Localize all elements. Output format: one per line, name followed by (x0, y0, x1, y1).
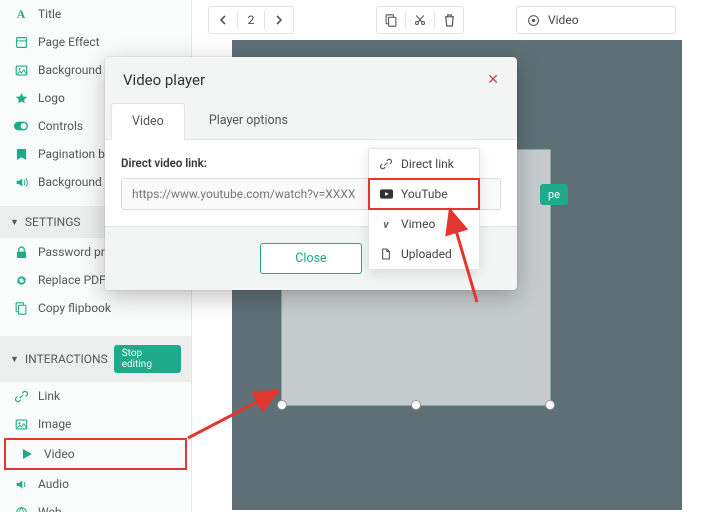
file-icon (379, 248, 393, 260)
cut-button[interactable] (406, 7, 434, 33)
close-icon[interactable]: ✕ (487, 72, 499, 88)
element-type-badge: pe (540, 184, 568, 205)
resize-handle-s[interactable] (412, 401, 420, 409)
tab-video[interactable]: Video (111, 103, 185, 140)
copy-button[interactable] (377, 7, 405, 33)
bookmark-icon (14, 147, 28, 161)
toggle-icon (14, 119, 28, 133)
refresh-icon (14, 273, 28, 287)
page-nav-group: 2 (208, 6, 294, 34)
delete-button[interactable] (435, 7, 463, 33)
section-title: SETTINGS (25, 215, 81, 229)
sidebar-item-label: Audio (38, 477, 69, 491)
play-icon (20, 447, 34, 461)
topbar: 2 Video (200, 4, 720, 36)
sidebar-item-label: Pagination bar (38, 147, 115, 161)
sound-icon (14, 175, 28, 189)
page-icon (14, 35, 28, 49)
caret-down-icon: ▼ (10, 217, 19, 228)
sidebar-item-web[interactable]: Web (0, 498, 191, 512)
sidebar-item-image[interactable]: Image (0, 410, 191, 438)
element-type-label: Video (548, 13, 579, 27)
video-source-menu: Direct link YouTube v Vimeo Uploaded (368, 148, 480, 270)
star-icon (14, 91, 28, 105)
page-number[interactable]: 2 (238, 13, 264, 27)
element-type-select[interactable]: Video (516, 6, 676, 34)
sidebar-item-label: Web (38, 505, 62, 512)
sound-icon (14, 477, 28, 491)
link-icon (14, 389, 28, 403)
modal-tabs: Video Player options (105, 103, 517, 140)
vimeo-icon: v (379, 218, 393, 231)
sidebar-item-label: Title (38, 7, 61, 21)
copy-icon (14, 301, 28, 315)
sidebar-item-video[interactable]: Video (6, 440, 185, 468)
tab-player-options[interactable]: Player options (189, 103, 308, 139)
menu-item-label: YouTube (401, 187, 448, 201)
section-title: INTERACTIONS (25, 352, 108, 366)
menu-item-label: Uploaded (401, 247, 452, 261)
modal-title: Video player (123, 71, 205, 89)
menu-item-vimeo[interactable]: v Vimeo (369, 209, 479, 239)
highlight-annotation: Video (4, 438, 187, 470)
sidebar-item-label: Logo (38, 91, 65, 105)
font-icon: A (14, 7, 28, 21)
prev-page-button[interactable] (209, 7, 237, 33)
sidebar-item-label: Controls (38, 119, 83, 133)
resize-handle-sw[interactable] (278, 401, 286, 409)
sidebar-item-copy-flipbook[interactable]: Copy flipbook (0, 294, 191, 322)
menu-item-uploaded[interactable]: Uploaded (369, 239, 479, 269)
sidebar-item-label: Video (44, 447, 75, 461)
lock-icon (14, 245, 28, 259)
next-page-button[interactable] (265, 7, 293, 33)
globe-icon (14, 505, 28, 512)
sidebar-item-link[interactable]: Link (0, 382, 191, 410)
sidebar-item-title[interactable]: A Title (0, 0, 191, 28)
menu-item-direct-link[interactable]: Direct link (369, 149, 479, 179)
menu-item-label: Direct link (401, 157, 454, 171)
youtube-icon (379, 189, 393, 199)
sidebar-item-label: Replace PDF (38, 273, 106, 287)
sidebar-item-label: Copy flipbook (38, 301, 111, 315)
sidebar-item-page-effect[interactable]: Page Effect (0, 28, 191, 56)
caret-down-icon: ▼ (10, 354, 19, 365)
sidebar-item-label: Link (38, 389, 60, 403)
sidebar-item-label: Background (38, 63, 102, 77)
edit-group (376, 6, 464, 34)
menu-item-label: Vimeo (401, 217, 435, 231)
target-icon (527, 14, 540, 27)
close-button[interactable]: Close (260, 243, 361, 274)
stop-editing-button[interactable]: Stop editing (114, 345, 181, 373)
sidebar-item-label: Page Effect (38, 35, 100, 49)
sidebar-item-label: Image (38, 417, 71, 431)
sidebar-item-audio[interactable]: Audio (0, 470, 191, 498)
image-icon (14, 63, 28, 77)
image-icon (14, 417, 28, 431)
section-interactions-header[interactable]: ▼ INTERACTIONS Stop editing (0, 336, 191, 382)
link-icon (379, 158, 393, 170)
menu-item-youtube[interactable]: YouTube (369, 179, 479, 209)
resize-handle-se[interactable] (546, 401, 554, 409)
